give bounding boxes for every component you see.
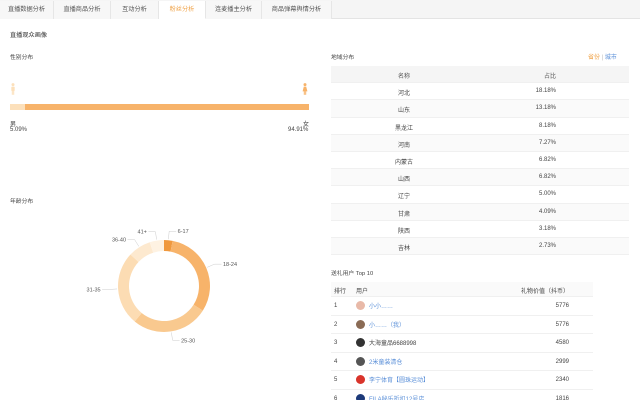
region-pct: 13.18% [535,105,556,112]
gift-user[interactable]: 李宁体育【圆珠运动】 [356,375,429,384]
region-row: 陕西 3.18% [331,221,629,238]
age-label-line [102,288,118,290]
age-donut-chart: 6-17 18-24 25-30 31-35 36-40 41+ [87,229,238,344]
gift-value: 4580 [555,340,569,346]
gift-user-name: 大海童品6688998 [369,341,417,347]
region-pct: 8.18% [538,122,556,129]
age-slice [134,304,203,332]
region-pct: 3.18% [538,225,556,232]
region-pct: 6.82% [538,156,556,163]
region-row: 吉林 2.73% [331,237,629,256]
gift-value: 2999 [555,358,569,365]
region-name: 吉林 [397,245,410,252]
age-slice-label: 41+ [138,230,147,236]
region-row: 河南 7.27% [331,134,629,152]
gift-rank: 3 [334,340,338,346]
gift-value: 5776 [555,303,569,309]
gift-user[interactable]: FILA秘乐折扣12号店 [356,393,424,400]
region-table-header: 名称 占比 [331,66,629,84]
gift-row: 3 大海童品6688998 4580 [331,334,593,353]
avatar [356,338,365,347]
col-value: 礼物价值（抖币） [520,289,569,295]
region-row: 黑龙江 8.18% [331,118,629,135]
gift-rank: 6 [334,395,338,400]
gift-user: 大海童品6688998 [356,338,416,347]
age-label-line [148,231,157,240]
gift-table-header: 排行 用户 礼物价值（抖币） [331,282,593,297]
gift-rank: 5 [334,377,338,383]
toggle-province[interactable]: 省份 [588,55,600,61]
gift-row: 4 2米童装清仓 2999 [331,353,593,371]
region-name: 山西 [397,177,410,184]
age-slice-label: 31-35 [87,287,101,293]
age-slice-label: 6-17 [178,229,189,235]
region-row: 山西 6.82% [331,169,629,187]
region-row: 甘肃 4.09% [331,203,629,221]
region-row: 河北 18.18% [331,83,629,101]
gift-user-name[interactable]: 小……（我） [369,320,405,329]
region-name: 甘肃 [397,211,410,218]
gift-user-name[interactable]: 李宁体育【圆珠运动】 [369,375,429,384]
region-row: 辽宁 5.00% [331,186,629,204]
region-pct: 6.82% [538,174,556,181]
gift-user-name[interactable]: FILA秘乐折扣12号店 [369,394,424,400]
gift-rank: 1 [334,303,338,309]
gift-value: 2340 [555,377,569,383]
region-name: 陕西 [397,228,410,235]
gift-value: 1816 [555,395,569,400]
gift-value: 5776 [555,321,569,328]
gift-row: 5 李宁体育【圆珠运动】 2340 [331,371,593,390]
gift-user-name[interactable]: 2米童装清仓 [369,357,402,366]
age-label-line [127,239,140,247]
gift-user-name[interactable]: 小小…… [369,301,393,310]
age-label-line [168,230,177,240]
gift-table: 排行 用户 礼物价值（抖币） 1 小小…… 5776 2 小……（我） 5776 3 大海童品… [331,282,593,400]
col-pct: 占比 [543,74,556,80]
region-name: 黑龙江 [394,125,413,132]
region-table: 名称 占比 河北 18.18% 山东 13.18% 黑龙江 8.18% 河南 7.27% 内蒙古… [331,66,629,256]
region-pct: 18.18% [535,88,556,95]
toggle-separator: | [601,55,604,61]
col-rank: 排行 [334,289,347,295]
gift-row: 2 小……（我） 5776 [331,316,593,334]
region-pct: 4.09% [538,208,556,215]
age-label-line [171,332,180,341]
region-name: 内蒙古 [394,159,413,166]
age-slice-label: 36-40 [112,238,126,244]
avatar [356,319,365,329]
region-name: 河南 [397,142,410,149]
gift-user[interactable]: 小小…… [356,301,393,310]
avatar [356,393,365,400]
age-label-line [207,263,222,268]
region-name: 辽宁 [397,194,410,201]
age-slice [118,254,142,322]
region-pct: 7.27% [538,139,556,146]
col-user: 用户 [356,289,369,295]
region-name: 河北 [397,91,410,98]
col-name: 名称 [397,74,410,80]
toggle-city[interactable]: 城市 [605,55,617,61]
gift-rank: 2 [334,321,338,328]
region-row: 山东 13.18% [331,100,629,118]
gift-title: 送礼用户 Top 10 [331,271,374,277]
region-pct: 2.73% [538,242,556,249]
avatar [356,375,365,384]
gift-user[interactable]: 小……（我） [356,319,405,329]
gift-rank: 4 [334,358,338,365]
region-pct: 5.00% [538,191,556,198]
gift-user[interactable]: 2米童装清仓 [356,356,402,366]
gift-row: 1 小小…… 5776 [331,297,593,316]
region-name: 山东 [397,108,410,115]
avatar [356,356,365,366]
region-row: 内蒙古 6.82% [331,152,629,170]
region-title: 地域分布 [331,55,355,61]
age-slice-label: 25-30 [181,338,195,344]
region-toggle: 省份 | 城市 [588,52,617,61]
age-slice [170,240,210,311]
avatar [356,301,365,310]
age-slice-label: 18-24 [223,262,237,268]
gift-row: 6 FILA秘乐折扣12号店 1816 [331,390,593,400]
